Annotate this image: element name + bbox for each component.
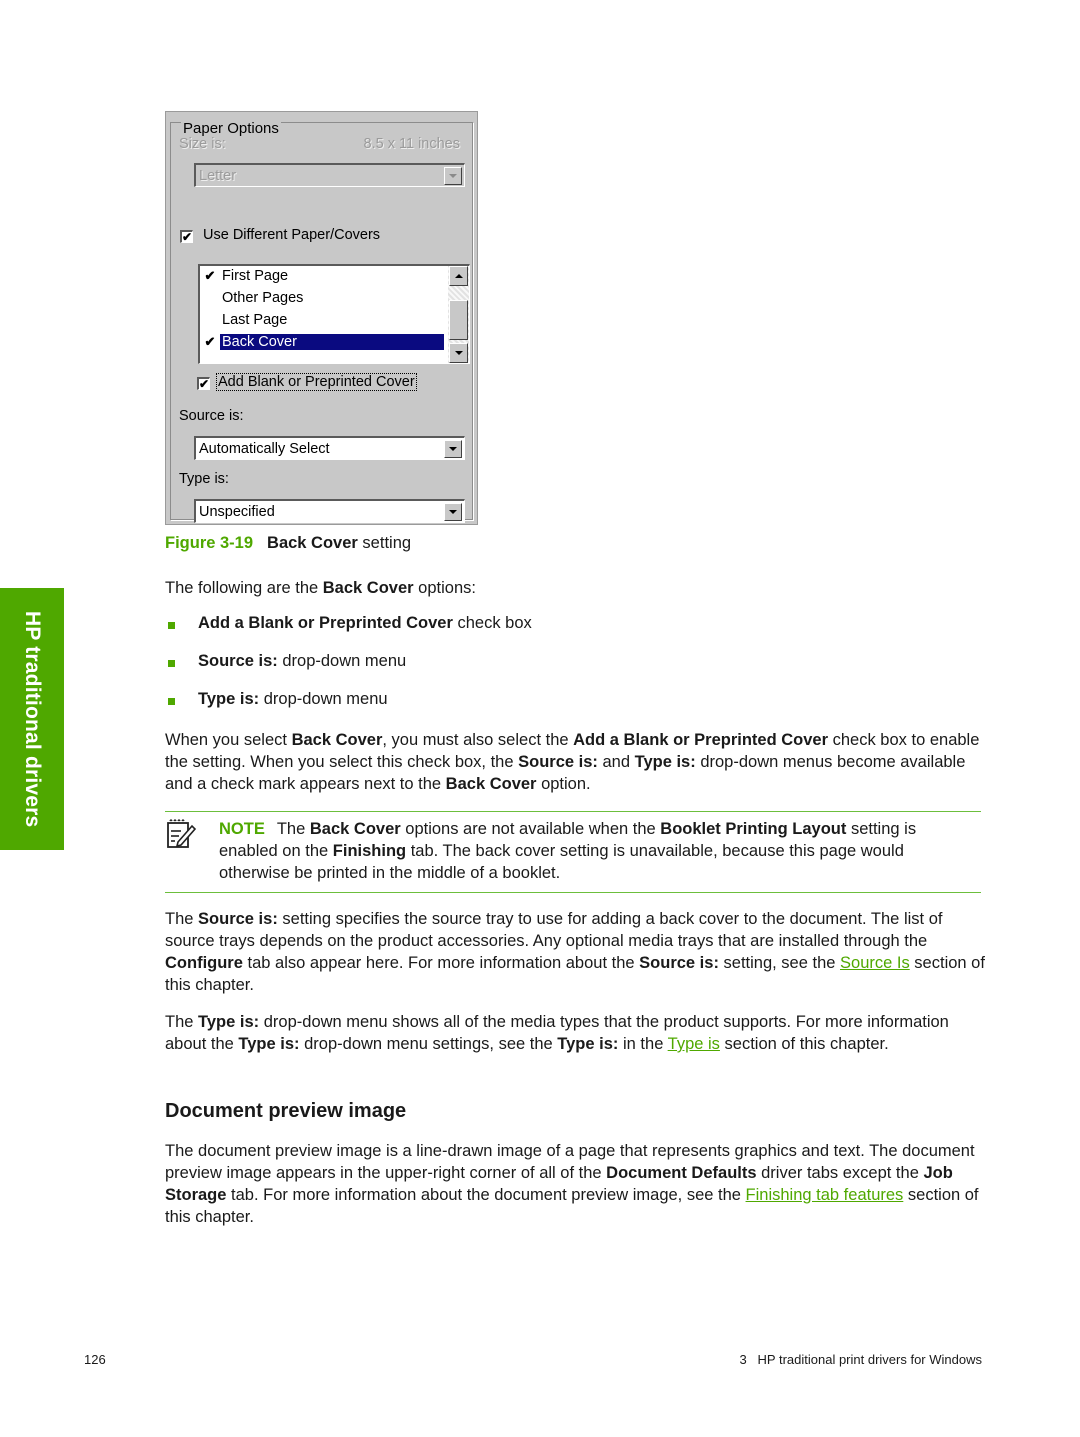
group-title: Paper Options bbox=[181, 120, 281, 137]
figure-number: Figure 3-19 bbox=[165, 534, 254, 552]
note-text: NOTE The Back Cover options are not avail… bbox=[219, 820, 917, 882]
page-number: 126 bbox=[84, 1352, 106, 1367]
checkmark-icon: ✔ bbox=[182, 230, 193, 244]
list-item-first-page[interactable]: ✔ First Page bbox=[200, 266, 444, 286]
paper-options-dialog: Paper Options Size is: 8.5 x 11 inches L… bbox=[165, 111, 478, 525]
list-item-label: First Page bbox=[222, 268, 289, 284]
chevron-up-icon bbox=[454, 274, 463, 278]
listbox-scrollbar[interactable] bbox=[448, 266, 469, 363]
list-item-other-pages[interactable]: Other Pages bbox=[200, 288, 444, 308]
chevron-down-icon bbox=[454, 351, 463, 355]
note-label: NOTE bbox=[219, 820, 265, 838]
scroll-thumb[interactable] bbox=[449, 300, 468, 340]
type-is-link[interactable]: Type is bbox=[668, 1035, 720, 1053]
source-combo[interactable]: Automatically Select bbox=[194, 436, 465, 460]
type-combo[interactable]: Unspecified bbox=[194, 499, 465, 523]
use-different-label[interactable]: Use Different Paper/Covers bbox=[203, 227, 380, 243]
finishing-tab-features-link[interactable]: Finishing tab features bbox=[746, 1186, 904, 1204]
preview-paragraph: The document preview image is a line-dra… bbox=[165, 1142, 979, 1226]
options-list: Add a Blank or Preprinted Cover check bo… bbox=[165, 614, 532, 728]
list-item: Source is: drop-down menu bbox=[165, 652, 532, 690]
size-value: 8.5 x 11 inches bbox=[363, 136, 460, 152]
bullet-icon bbox=[168, 660, 175, 667]
type-label: Type is: bbox=[179, 471, 229, 487]
covers-listbox[interactable]: ✔ First Page Other Pages Last Page ✔ Bac… bbox=[198, 264, 470, 364]
section-heading: Document preview image bbox=[165, 1100, 407, 1122]
size-combo: Letter bbox=[194, 163, 465, 187]
list-item-last-page[interactable]: Last Page bbox=[200, 310, 444, 330]
source-combo-value: Automatically Select bbox=[199, 440, 330, 457]
source-label: Source is: bbox=[179, 408, 244, 424]
use-different-checkbox[interactable]: ✔ bbox=[180, 230, 193, 243]
chapter-side-tab: HP traditional drivers bbox=[0, 588, 64, 850]
source-is-link[interactable]: Source Is bbox=[840, 954, 910, 972]
source-dropdown-button[interactable] bbox=[444, 439, 462, 458]
list-item: Type is: drop-down menu bbox=[165, 690, 532, 728]
size-combo-dropdown-button bbox=[444, 166, 462, 185]
add-blank-label[interactable]: Add Blank or Preprinted Cover bbox=[216, 373, 417, 391]
list-item-label: Other Pages bbox=[222, 290, 304, 306]
list-item: Add a Blank or Preprinted Cover check bo… bbox=[165, 614, 532, 652]
note-box: NOTE The Back Cover options are not avail… bbox=[165, 811, 981, 893]
type-paragraph: The Type is: drop-down menu shows all of… bbox=[165, 1013, 949, 1053]
bullet-icon bbox=[168, 698, 175, 705]
paper-options-group: Paper Options Size is: 8.5 x 11 inches L… bbox=[170, 120, 473, 523]
checkmark-icon: ✔ bbox=[199, 377, 210, 391]
chevron-down-icon bbox=[449, 509, 457, 514]
type-combo-value: Unspecified bbox=[199, 503, 275, 520]
scroll-up-button[interactable] bbox=[449, 266, 468, 286]
source-paragraph: The Source is: setting specifies the sou… bbox=[165, 910, 985, 994]
list-item-label: Last Page bbox=[222, 312, 288, 328]
list-item-back-cover[interactable]: ✔ Back Cover bbox=[200, 332, 444, 352]
chevron-down-icon bbox=[449, 173, 457, 178]
chevron-down-icon bbox=[449, 446, 457, 451]
figure-caption: Figure 3-19 Back Cover setting bbox=[165, 534, 412, 552]
scroll-down-button[interactable] bbox=[449, 343, 468, 363]
side-tab-label: HP traditional drivers bbox=[21, 610, 44, 828]
size-label: Size is: bbox=[179, 136, 226, 152]
footer-chapter-title: 3 HP traditional print drivers for Windo… bbox=[739, 1352, 982, 1367]
bullet-icon bbox=[168, 622, 175, 629]
back-cover-paragraph: When you select Back Cover, you must als… bbox=[165, 731, 980, 793]
checkmark-icon: ✔ bbox=[204, 334, 216, 349]
type-dropdown-button[interactable] bbox=[444, 502, 462, 521]
checkmark-icon: ✔ bbox=[204, 268, 216, 283]
add-blank-checkbox[interactable]: ✔ bbox=[197, 377, 210, 390]
list-item-label: Back Cover bbox=[220, 334, 444, 350]
note-pencil-icon bbox=[167, 819, 197, 848]
size-combo-value: Letter bbox=[199, 167, 237, 184]
intro-paragraph: The following are the Back Cover options… bbox=[165, 579, 476, 597]
